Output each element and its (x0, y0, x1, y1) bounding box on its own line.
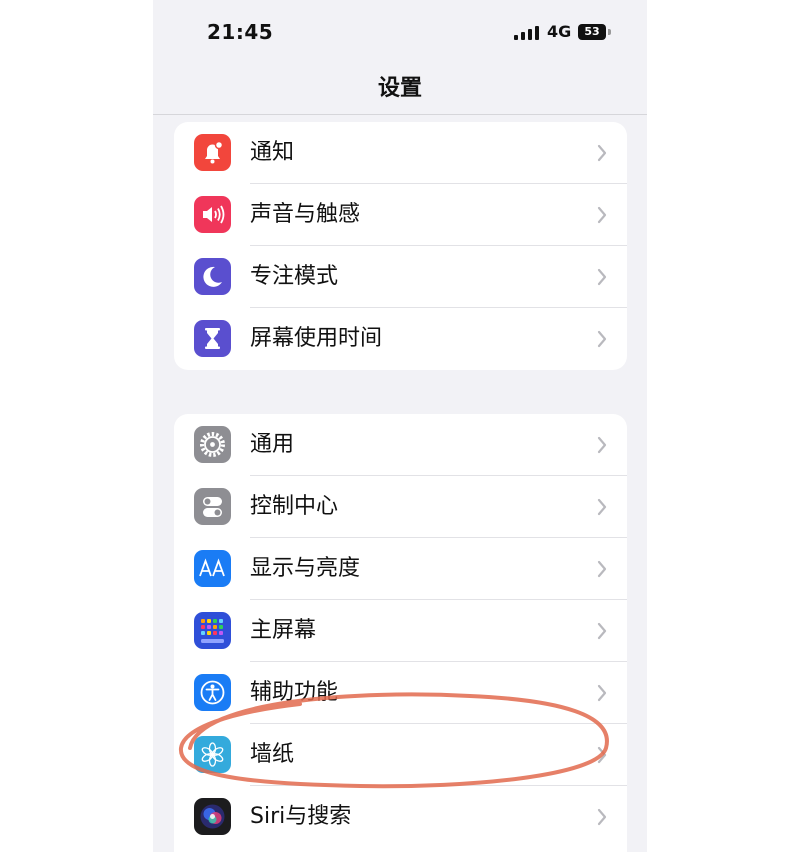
settings-item-notifications[interactable]: 通知 (174, 122, 627, 184)
accessibility-icon (194, 674, 231, 711)
chevron-right-icon (597, 436, 607, 454)
settings-item-label: 声音与触感 (250, 202, 361, 227)
chevron-right-icon (597, 622, 607, 640)
flower-icon (194, 736, 231, 773)
chevron-right-icon (597, 560, 607, 578)
text-size-icon (194, 550, 231, 587)
chevron-right-icon (597, 808, 607, 826)
battery-icon: 53 (578, 24, 606, 40)
speaker-icon (194, 196, 231, 233)
battery-tip (608, 29, 611, 35)
chevron-right-icon (597, 206, 607, 224)
settings-screen: 21:45 4G 53 设置 通知 声音与触感 专注模式 屏幕使用时间 通用 控… (153, 0, 647, 852)
settings-item-siri-search[interactable]: Siri与搜索 (174, 786, 627, 848)
settings-item-accessibility[interactable]: 辅助功能 (174, 662, 627, 724)
nav-divider (153, 114, 647, 115)
settings-item-label: 辅助功能 (250, 680, 339, 705)
status-time: 21:45 (207, 20, 274, 44)
settings-item-control-center[interactable]: 控制中心 (174, 476, 627, 538)
chevron-right-icon (597, 746, 607, 764)
status-bar: 21:45 4G 53 (153, 0, 647, 64)
settings-item-label: 屏幕使用时间 (250, 326, 383, 351)
notification-bell-icon (194, 134, 231, 171)
settings-item-label: 墙纸 (250, 742, 295, 767)
moon-icon (194, 258, 231, 295)
settings-item-label: 通用 (250, 432, 295, 457)
network-type: 4G (547, 22, 572, 41)
page-title: 设置 (377, 76, 422, 101)
hourglass-icon (194, 320, 231, 357)
settings-item-wallpaper[interactable]: 墙纸 (174, 724, 627, 786)
settings-item-general[interactable]: 通用 (174, 414, 627, 476)
chevron-right-icon (597, 330, 607, 348)
chevron-right-icon (597, 144, 607, 162)
home-screen-grid-icon (194, 612, 231, 649)
settings-group-2: 通用 控制中心 显示与亮度 主屏幕 辅助功能 墙纸 Siri与搜索 (174, 414, 627, 852)
chevron-right-icon (597, 268, 607, 286)
settings-item-focus[interactable]: 专注模式 (174, 246, 627, 308)
siri-icon (194, 798, 231, 835)
settings-item-home-screen[interactable]: 主屏幕 (174, 600, 627, 662)
gear-icon (194, 426, 231, 463)
toggles-icon (194, 488, 231, 525)
settings-item-display-brightness[interactable]: 显示与亮度 (174, 538, 627, 600)
settings-item-label: 通知 (250, 140, 295, 165)
settings-item-label: 控制中心 (250, 494, 339, 519)
settings-item-label: 显示与亮度 (250, 556, 361, 581)
chevron-right-icon (597, 684, 607, 702)
settings-item-label: Siri与搜索 (250, 804, 352, 829)
settings-item-screen-time[interactable]: 屏幕使用时间 (174, 308, 627, 370)
cellular-signal-icon (514, 26, 540, 40)
settings-item-sounds[interactable]: 声音与触感 (174, 184, 627, 246)
settings-group-1: 通知 声音与触感 专注模式 屏幕使用时间 (174, 122, 627, 370)
settings-item-label: 专注模式 (250, 264, 339, 289)
settings-item-label: 主屏幕 (250, 618, 317, 643)
chevron-right-icon (597, 498, 607, 516)
